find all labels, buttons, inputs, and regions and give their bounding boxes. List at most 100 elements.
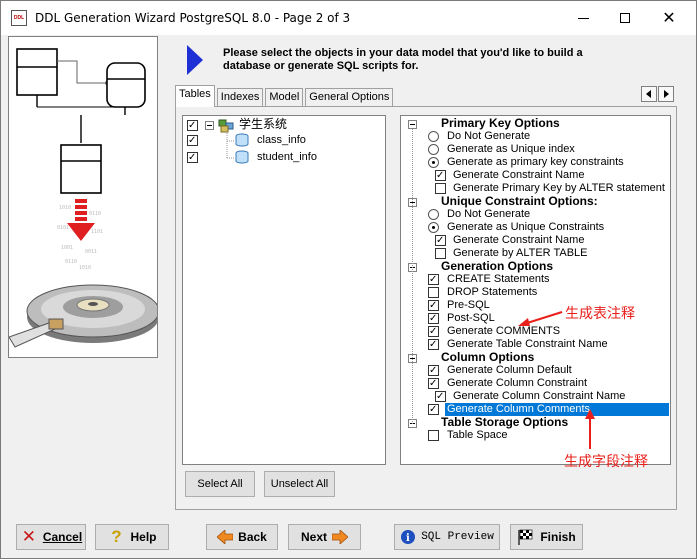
finish-button[interactable]: Finish <box>510 524 583 550</box>
pk-unique-index-radio[interactable] <box>428 144 439 155</box>
gen-options-heading: Generation Options <box>441 259 554 273</box>
instruction-text: Please select the objects in your data m… <box>223 47 583 72</box>
student-info-checkbox[interactable] <box>187 152 198 163</box>
uc-unique-constraints-label[interactable]: Generate as Unique Constraints <box>447 221 604 234</box>
svg-text:0011: 0011 <box>85 249 97 255</box>
cancel-x-icon: ✕ <box>21 527 36 546</box>
tab-indexes[interactable]: Indexes <box>216 88 264 107</box>
maximize-icon <box>620 13 630 23</box>
pk-unique-index-label[interactable]: Generate as Unique index <box>447 143 575 156</box>
pk-do-not-generate-label[interactable]: Do Not Generate <box>447 130 530 143</box>
tab-scroll-right-button[interactable] <box>658 86 674 102</box>
class-info-checkbox[interactable] <box>187 135 198 146</box>
ts-options-heading: Table Storage Options <box>441 415 569 429</box>
back-label: Back <box>238 530 267 544</box>
pk-constraint-label[interactable]: Generate as primary key constraints <box>447 156 624 169</box>
ddl-app-icon: DDL <box>11 10 27 26</box>
select-all-button[interactable]: Select All <box>185 471 255 497</box>
pk-alter-checkbox[interactable] <box>435 183 446 194</box>
column-comments-checkbox[interactable] <box>428 404 439 415</box>
tree-lines <box>226 131 235 159</box>
minimize-button[interactable] <box>563 5 603 31</box>
tab-tables[interactable]: Tables <box>175 85 215 107</box>
collapse-icon[interactable] <box>205 121 214 130</box>
chevron-left-icon <box>646 90 651 98</box>
tab-general-options[interactable]: General Options <box>305 88 394 107</box>
info-icon: i <box>401 530 416 544</box>
next-button[interactable]: Next <box>288 524 361 550</box>
help-button[interactable]: ? Help <box>95 524 169 550</box>
svg-text:i: i <box>406 533 410 544</box>
table-student-info-label[interactable]: student_info <box>257 151 317 164</box>
back-button[interactable]: Back <box>206 524 278 550</box>
column-constraint-label[interactable]: Generate Column Constraint <box>447 377 587 390</box>
svg-text:1101: 1101 <box>91 229 103 235</box>
database-illustration-icon: 10100110 01011101 10010011 01101010 <box>8 48 160 348</box>
table-space-label[interactable]: Table Space <box>447 429 508 442</box>
tree-root-label: 学生系统 <box>239 117 288 131</box>
drop-statements-label[interactable]: DROP Statements <box>447 286 537 299</box>
table-space-checkbox[interactable] <box>428 430 439 441</box>
tables-tree[interactable]: 学生系统 class_info student_info <box>182 115 386 465</box>
uc-unique-constraints-radio[interactable] <box>428 222 439 233</box>
annotation-arrow-up-icon <box>585 409 595 449</box>
drop-statements-checkbox[interactable] <box>428 287 439 298</box>
close-icon: ✕ <box>662 10 676 27</box>
pre-sql-label[interactable]: Pre-SQL <box>447 299 490 312</box>
column-constraint-name-checkbox[interactable] <box>435 391 446 402</box>
options-tree[interactable]: Primary Key Options Do Not Generate Gene… <box>400 115 671 465</box>
checkered-flag-icon <box>518 529 533 545</box>
svg-text:1001: 1001 <box>61 245 73 251</box>
pre-sql-checkbox[interactable] <box>428 300 439 311</box>
pk-constraint-name-checkbox[interactable] <box>435 170 446 181</box>
table-comment-annotation: 生成表注释 <box>565 306 635 322</box>
options-tree-lines <box>412 129 413 424</box>
column-constraint-name-label[interactable]: Generate Column Constraint Name <box>453 390 625 403</box>
wizard-illustration: 1010 0110 0101 1101 1001 0011 0110 1010 <box>8 36 160 358</box>
title-bar: DDL DDL Generation Wizard PostgreSQL 8.0… <box>1 1 696 35</box>
sql-preview-label: SQL Preview <box>421 531 494 543</box>
help-label: Help <box>130 530 157 544</box>
table-icon <box>235 150 249 164</box>
uc-do-not-generate-label[interactable]: Do Not Generate <box>447 208 530 221</box>
svg-text:1010: 1010 <box>59 205 71 211</box>
next-label: Next <box>300 530 327 544</box>
uc-do-not-generate-radio[interactable] <box>428 209 439 220</box>
pk-do-not-generate-radio[interactable] <box>428 131 439 142</box>
uc-options-heading: Unique Constraint Options: <box>441 194 598 208</box>
cancel-button[interactable]: ✕ Cancel <box>16 524 86 550</box>
column-comment-annotation: 生成字段注释 <box>564 454 648 470</box>
column-default-label[interactable]: Generate Column Default <box>447 364 572 377</box>
generate-comments-checkbox[interactable] <box>428 326 439 337</box>
close-button[interactable]: ✕ <box>649 5 689 31</box>
col-options-heading: Column Options <box>441 350 535 364</box>
maximize-button[interactable] <box>605 5 645 31</box>
sql-preview-button[interactable]: i SQL Preview <box>394 524 500 550</box>
pk-collapse-icon[interactable] <box>408 120 417 129</box>
create-statements-checkbox[interactable] <box>428 274 439 285</box>
post-sql-checkbox[interactable] <box>428 313 439 324</box>
uc-alter-checkbox[interactable] <box>435 248 446 259</box>
table-class-info-label[interactable]: class_info <box>257 134 306 147</box>
tab-model[interactable]: Model <box>265 88 304 107</box>
annotation-arrow-icon <box>518 311 563 326</box>
post-sql-label[interactable]: Post-SQL <box>447 312 495 325</box>
svg-text:1010: 1010 <box>79 265 91 271</box>
column-constraint-checkbox[interactable] <box>428 378 439 389</box>
help-question-icon: ? <box>111 527 122 546</box>
root-checkbox[interactable] <box>187 120 198 131</box>
tab-scroll-left-button[interactable] <box>641 86 657 102</box>
uc-constraint-name-label[interactable]: Generate Constraint Name <box>453 234 584 247</box>
create-statements-label[interactable]: CREATE Statements <box>447 273 550 286</box>
table-constraint-name-checkbox[interactable] <box>428 339 439 350</box>
pk-options-heading: Primary Key Options <box>441 116 560 130</box>
pk-constraint-radio[interactable] <box>428 157 439 168</box>
finish-label: Finish <box>540 530 576 544</box>
uc-constraint-name-checkbox[interactable] <box>435 235 446 246</box>
pk-constraint-name-label[interactable]: Generate Constraint Name <box>453 169 584 182</box>
wizard-window: DDL DDL Generation Wizard PostgreSQL 8.0… <box>0 0 697 559</box>
svg-text:0101: 0101 <box>57 225 69 231</box>
column-default-checkbox[interactable] <box>428 365 439 376</box>
back-arrow-icon <box>217 530 234 544</box>
unselect-all-button[interactable]: Unselect All <box>264 471 335 497</box>
